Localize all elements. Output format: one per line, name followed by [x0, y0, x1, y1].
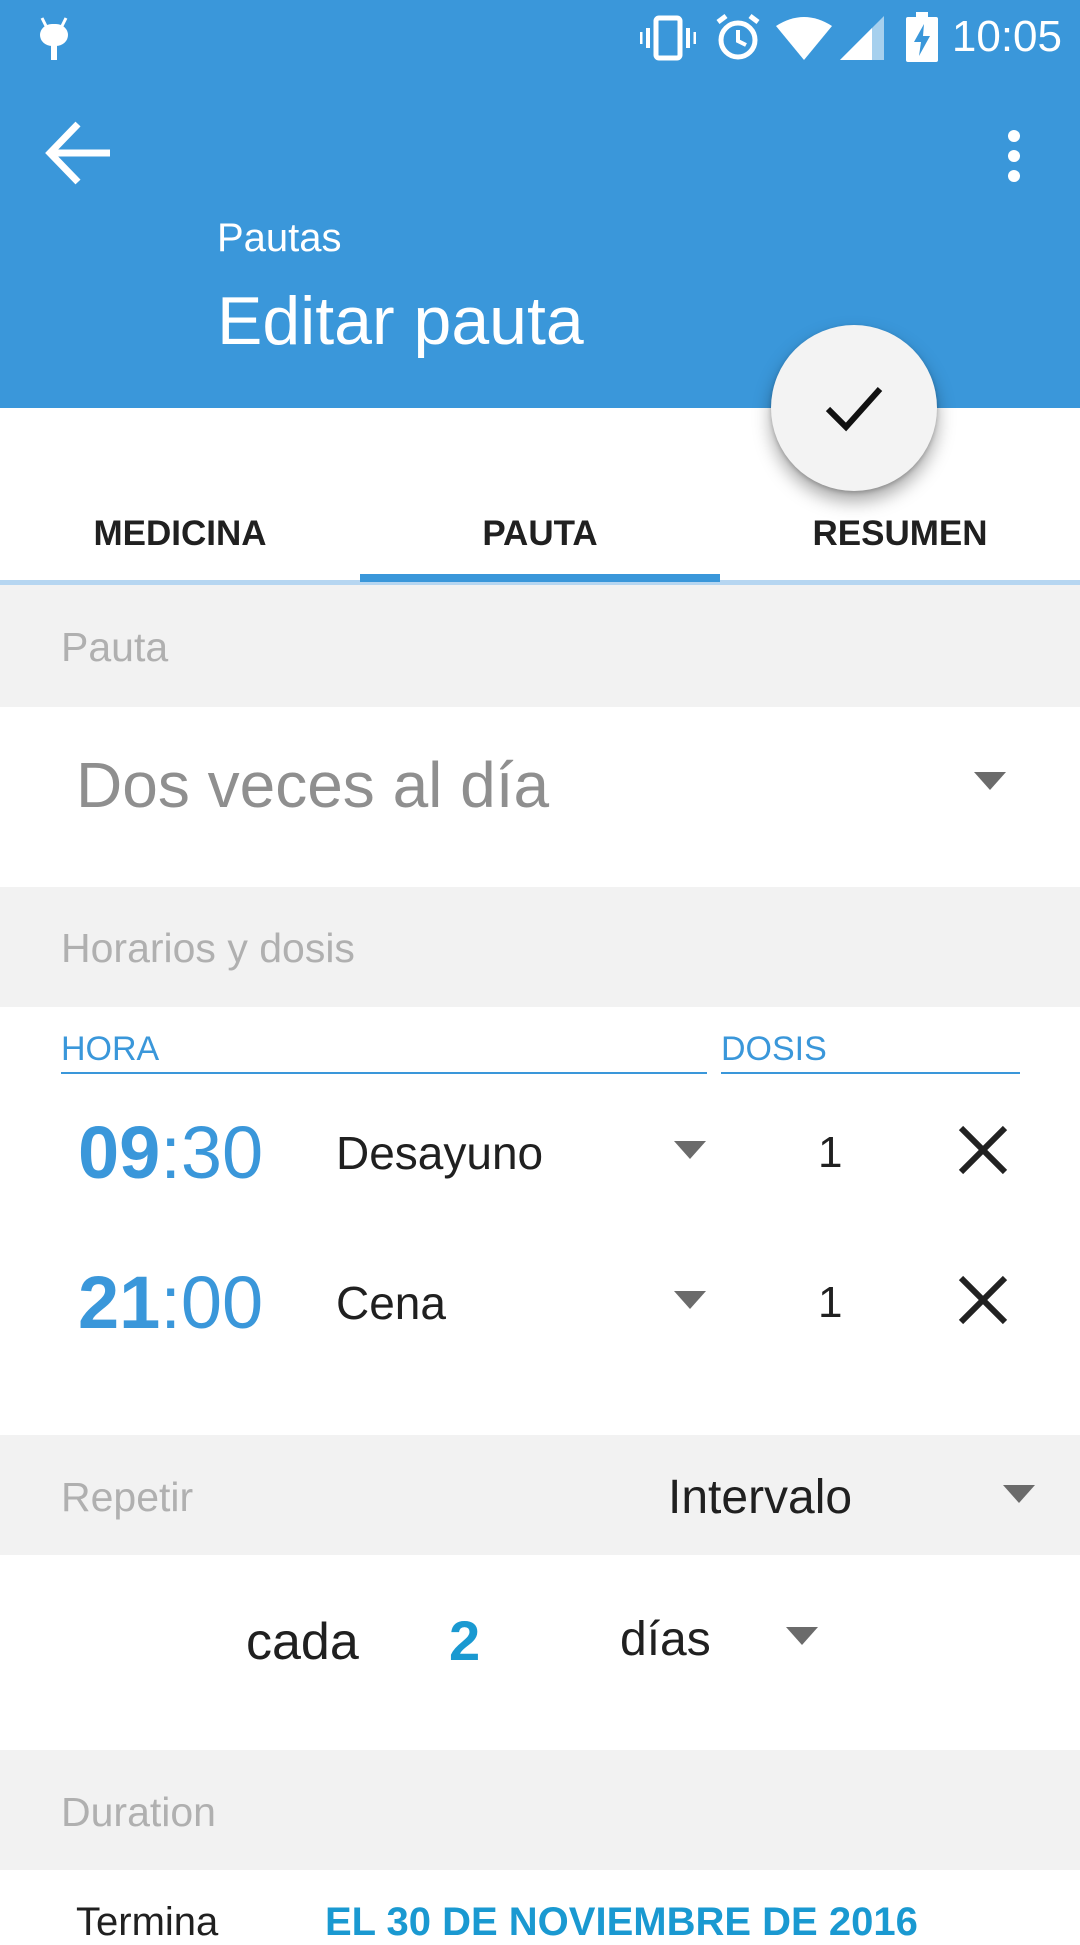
pauta-dropdown-value: Dos veces al día: [76, 749, 550, 821]
more-vert-icon: [1008, 130, 1020, 182]
pauta-dropdown-arrow-icon: [974, 772, 1006, 790]
schedule-time-2[interactable]: 21:00: [78, 1260, 263, 1345]
wifi-icon: [776, 17, 832, 60]
every-label: cada: [246, 1613, 359, 1671]
app-bar-subtitle: Pautas: [217, 216, 342, 260]
arrow-left-icon: [45, 121, 110, 185]
meal-dropdown-arrow-icon[interactable]: [674, 1141, 706, 1159]
save-fab-button[interactable]: [771, 325, 937, 491]
close-icon: [958, 1275, 1008, 1325]
end-date-value[interactable]: EL 30 DE NOVIEMBRE DE 2016: [325, 1900, 918, 1945]
vibrate-icon: [640, 15, 696, 61]
schedule-meal-2[interactable]: Cena: [336, 1276, 446, 1330]
battery-charging-icon: [906, 12, 938, 62]
repeat-dropdown-arrow-icon[interactable]: [1003, 1485, 1035, 1503]
page-title: Editar pauta: [217, 283, 584, 359]
time-hour: 21: [78, 1261, 161, 1344]
more-options-button[interactable]: [994, 126, 1034, 196]
interval-unit-dropdown[interactable]: días: [620, 1612, 711, 1667]
remove-row-button[interactable]: [955, 1272, 1011, 1328]
repeat-mode-dropdown[interactable]: Intervalo: [668, 1470, 852, 1525]
interval-number[interactable]: 2: [449, 1608, 480, 1673]
time-hour: 09: [78, 1111, 161, 1194]
signal-icon: [840, 16, 884, 60]
schedule-dose-2[interactable]: 1: [818, 1278, 842, 1328]
android-debug-icon: [40, 17, 68, 60]
pauta-section-label: Pauta: [61, 624, 169, 670]
time-separator: :: [160, 1261, 181, 1344]
schedule-time-1[interactable]: 09:30: [78, 1110, 263, 1195]
schedule-section-label: Horarios y dosis: [61, 925, 355, 971]
status-bar: 10:05: [0, 0, 1080, 78]
remove-row-button[interactable]: [955, 1122, 1011, 1178]
duration-section-label: Duration: [61, 1789, 216, 1835]
interval-unit-arrow-icon[interactable]: [786, 1627, 818, 1645]
status-time: 10:05: [951, 12, 1062, 61]
time-minute: 00: [180, 1261, 264, 1344]
end-label: Termina: [76, 1900, 219, 1944]
dosis-column-header: DOSIS: [721, 1030, 827, 1068]
repeat-section-label: Repetir: [61, 1474, 194, 1520]
check-icon: [825, 386, 883, 432]
dosis-column-underline: [721, 1072, 1020, 1074]
tab-resumen[interactable]: RESUMEN: [720, 514, 1080, 564]
schedule-dose-1[interactable]: 1: [818, 1128, 842, 1178]
tab-medicina[interactable]: MEDICINA: [0, 514, 360, 564]
schedule-meal-1[interactable]: Desayuno: [336, 1126, 543, 1180]
meal-dropdown-arrow-icon[interactable]: [674, 1291, 706, 1309]
alarm-icon: [716, 14, 760, 60]
hora-column-header: HORA: [61, 1030, 160, 1068]
hora-column-underline: [61, 1072, 707, 1074]
close-icon: [958, 1125, 1008, 1175]
time-minute: 30: [180, 1111, 264, 1194]
tab-indicator: [360, 574, 720, 582]
back-button[interactable]: [44, 120, 124, 190]
time-separator: :: [160, 1111, 181, 1194]
tab-pauta[interactable]: PAUTA: [360, 514, 720, 564]
